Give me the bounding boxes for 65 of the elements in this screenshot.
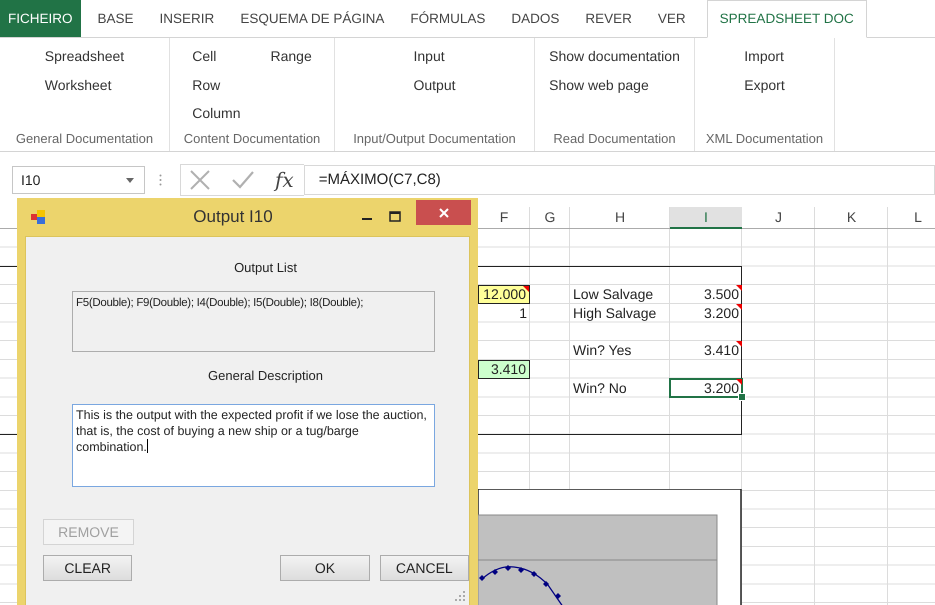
- resize-grip-icon[interactable]: [455, 591, 465, 601]
- group-title: XML Documentation: [706, 131, 824, 148]
- sheet-cell[interactable]: High Salvage: [570, 304, 670, 322]
- fill-handle[interactable]: [738, 393, 746, 402]
- close-icon[interactable]: [438, 206, 450, 218]
- description-field[interactable]: This is the output with the expected profit if we lose the auction, that is, the cost of buying a new ship or a tug/barge combination.: [72, 404, 435, 487]
- ribbon-command[interactable]: Spreadsheet: [44, 42, 124, 70]
- ribbon-tab[interactable]: VER: [644, 0, 699, 37]
- ribbon-command[interactable]: Import: [744, 42, 784, 70]
- ribbon-command[interactable]: Show web page: [549, 70, 649, 99]
- check-icon[interactable]: [231, 170, 255, 190]
- sheet-cell[interactable]: 3.500: [670, 285, 742, 304]
- sheet-cell[interactable]: 12.000: [478, 285, 530, 304]
- dialog-title: Output I10: [192, 207, 274, 227]
- ribbon-tab[interactable]: FICHEIRO: [0, 0, 81, 37]
- sheet-cell[interactable]: Win? Yes: [570, 341, 670, 360]
- column-header[interactable]: F: [478, 207, 530, 229]
- sheet-cell[interactable]: 3.200: [670, 378, 742, 398]
- group-title: Read Documentation: [553, 131, 676, 148]
- sheet-cell[interactable]: Low Salvage: [570, 285, 670, 304]
- ribbon-command[interactable]: Export: [744, 70, 785, 99]
- ribbon-tab[interactable]: FÓRMULAS: [397, 0, 498, 37]
- cancel-button[interactable]: CANCEL: [380, 555, 469, 581]
- maximize-icon[interactable]: [388, 210, 402, 224]
- ribbon-command[interactable]: Row: [192, 70, 220, 99]
- name-box[interactable]: I10: [12, 166, 145, 194]
- ribbon-command[interactable]: Input: [413, 42, 445, 70]
- group-title: Content Documentation: [184, 131, 320, 148]
- column-header[interactable]: J: [742, 207, 815, 229]
- formula-field[interactable]: =MÁXIMO(C7,C8): [304, 165, 935, 195]
- clear-button[interactable]: CLEAR: [43, 555, 132, 581]
- ribbon-tab[interactable]: BASE: [84, 0, 147, 37]
- sheet-cell[interactable]: 3.410: [670, 341, 742, 360]
- column-header[interactable]: I: [670, 207, 742, 229]
- ribbon-tab[interactable]: DADOS: [498, 0, 572, 37]
- ribbon-tab[interactable]: INSERIR: [146, 0, 228, 37]
- group-title: General Documentation: [16, 131, 154, 148]
- ribbon-tab[interactable]: REVER: [572, 0, 645, 37]
- ribbon-command[interactable]: Worksheet: [44, 70, 112, 99]
- ok-button[interactable]: OK: [280, 555, 370, 581]
- column-header[interactable]: L: [888, 207, 935, 229]
- ribbon-command[interactable]: Output: [413, 70, 456, 99]
- app-icon: [30, 209, 46, 225]
- description-label: General Description: [208, 367, 323, 385]
- output-list-label: Output List: [234, 259, 297, 277]
- ribbon-command[interactable]: Cell: [192, 42, 216, 70]
- insert-function-button[interactable]: fx: [275, 168, 294, 192]
- ribbon-tab[interactable]: SPREADSHEET DOC: [706, 0, 867, 38]
- column-header[interactable]: G: [530, 207, 570, 229]
- ribbon-command[interactable]: Column: [192, 99, 240, 128]
- sheet-cell[interactable]: 3.200: [670, 304, 742, 322]
- output-list-box[interactable]: F5(Double); F9(Double); I4(Double); I5(Double); I8(Double);: [72, 291, 435, 352]
- text-cursor: [146, 439, 148, 453]
- close-button[interactable]: [416, 200, 471, 225]
- ribbon-tab[interactable]: ESQUEMA DE PÁGINA: [227, 0, 398, 37]
- column-header[interactable]: H: [570, 207, 670, 229]
- ribbon-command[interactable]: Range: [270, 42, 312, 70]
- grip-icon: [159, 174, 162, 186]
- column-header[interactable]: K: [815, 207, 888, 229]
- caret-icon[interactable]: [126, 178, 134, 182]
- group-title: Input/Output Documentation: [353, 131, 516, 148]
- sheet-cell[interactable]: 3.410: [478, 360, 530, 378]
- ribbon-command[interactable]: Show documentation: [549, 42, 680, 70]
- sheet-cell[interactable]: Win? No: [570, 378, 670, 398]
- sheet-cell[interactable]: 1: [478, 304, 530, 322]
